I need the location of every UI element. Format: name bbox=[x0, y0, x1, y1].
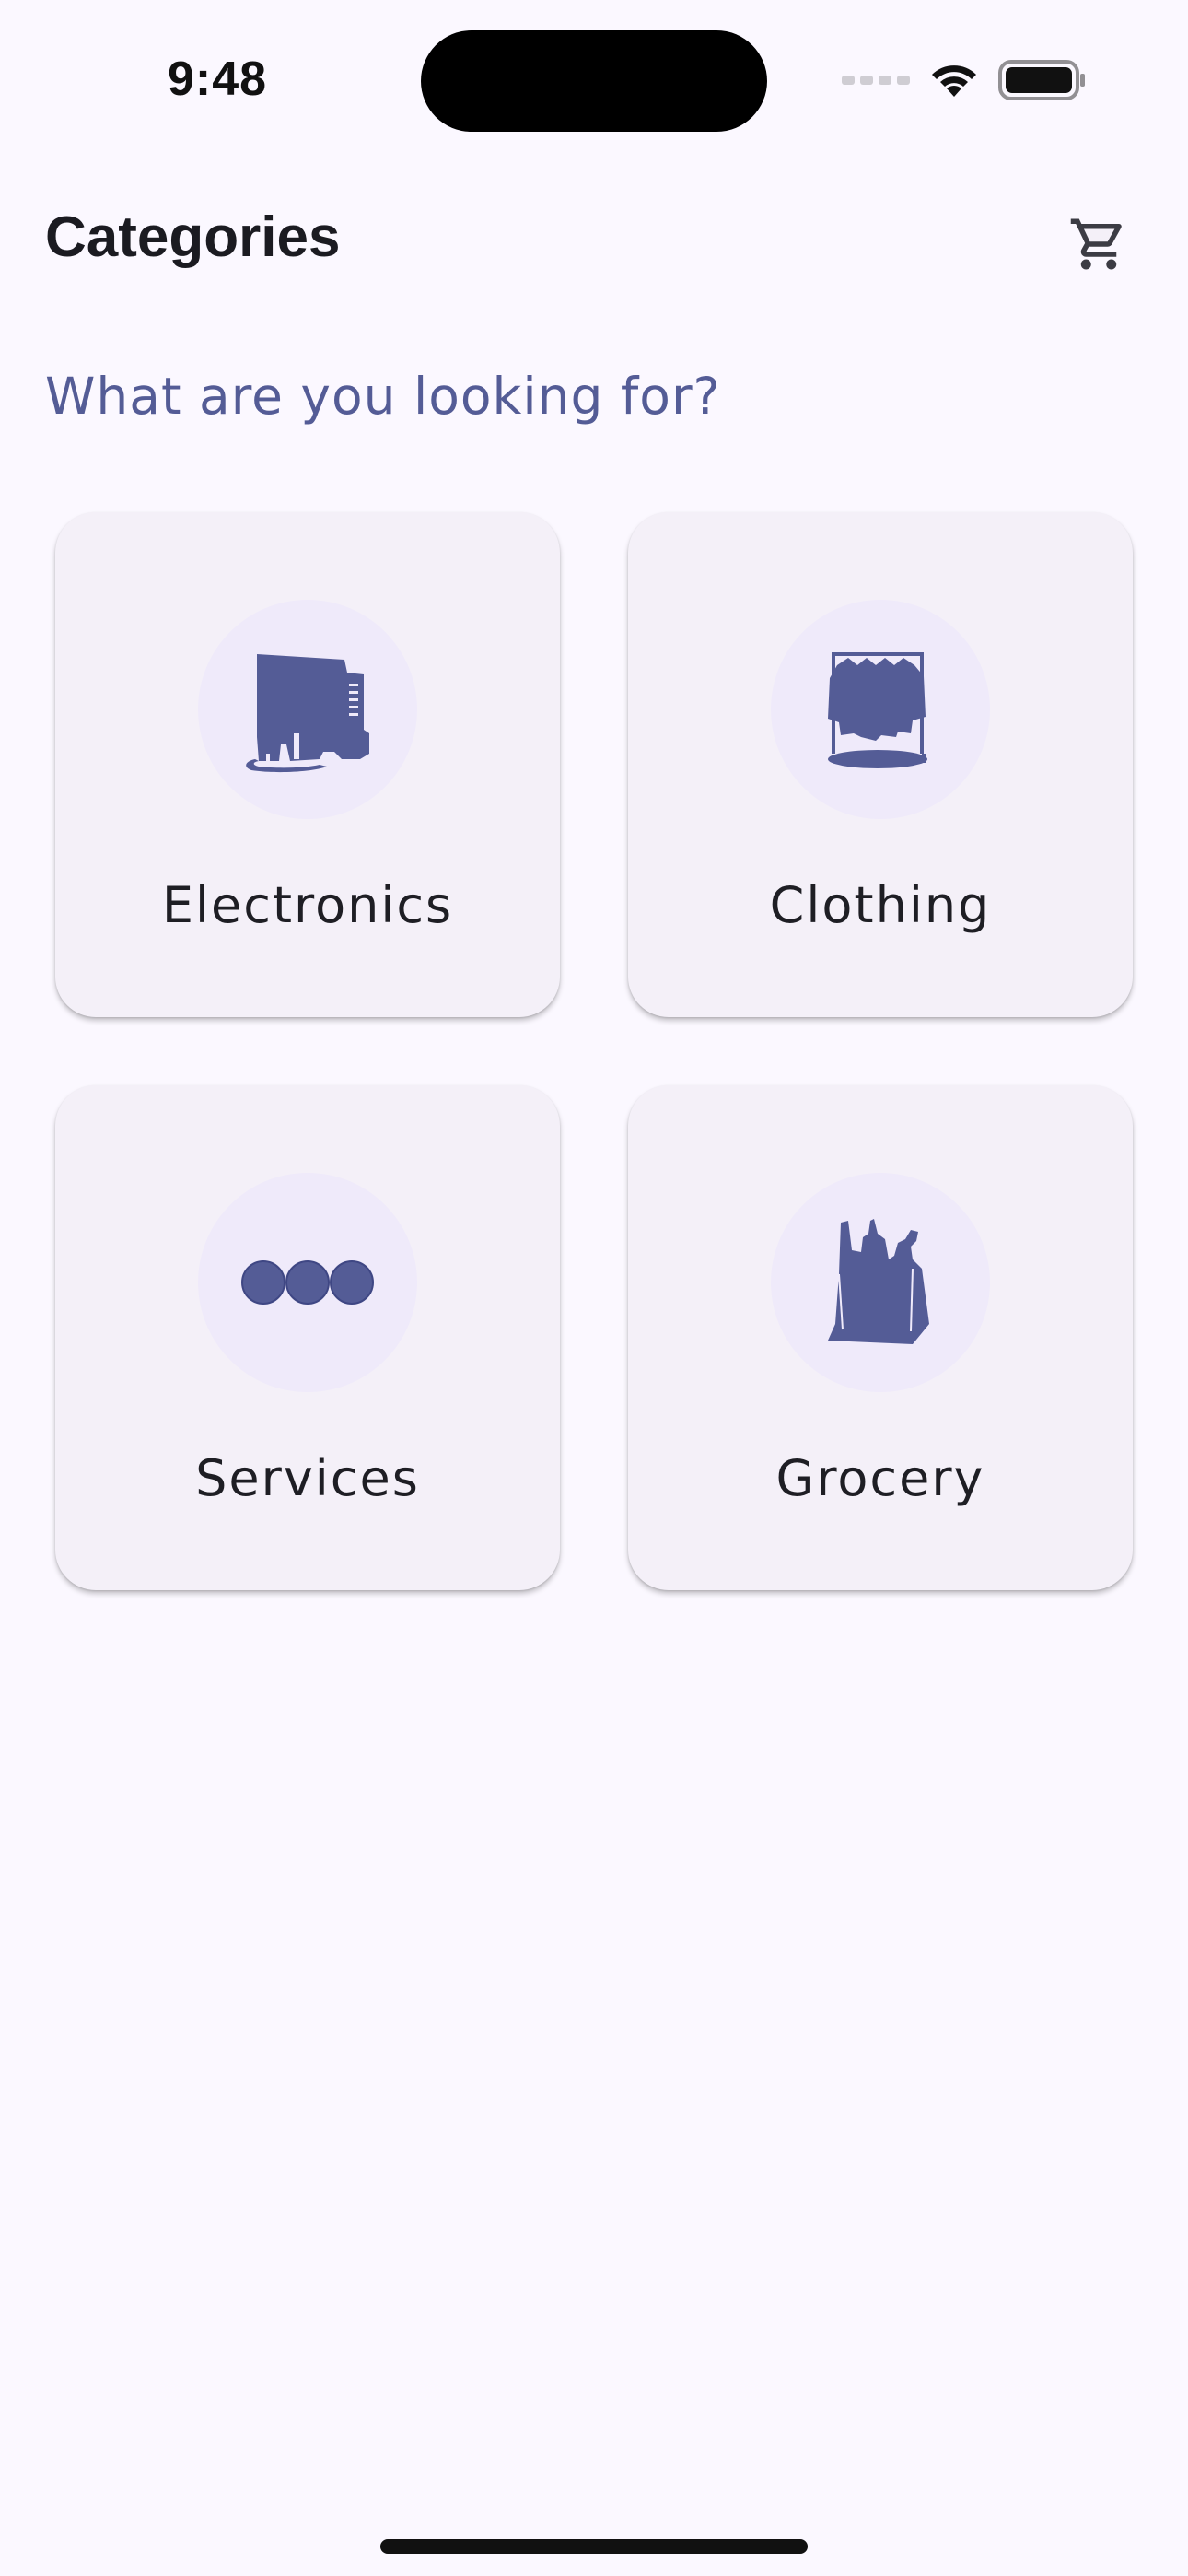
category-card-clothing[interactable]: Clothing bbox=[628, 512, 1133, 1017]
icon-circle bbox=[198, 600, 417, 819]
home-indicator[interactable] bbox=[380, 2539, 808, 2554]
signal-icon bbox=[842, 76, 910, 85]
status-bar: 9:48 bbox=[0, 0, 1188, 138]
cart-button[interactable] bbox=[1057, 203, 1140, 286]
clothing-rack-icon bbox=[828, 652, 927, 768]
grocery-bag-icon bbox=[828, 1219, 929, 1344]
shopping-cart-icon bbox=[1070, 218, 1122, 270]
section-subtitle: What are you looking for? bbox=[45, 367, 721, 426]
category-card-electronics[interactable]: Electronics bbox=[55, 512, 560, 1017]
status-time: 9:48 bbox=[168, 53, 268, 106]
icon-circle bbox=[771, 1173, 990, 1392]
wifi-icon bbox=[932, 65, 976, 97]
electronics-icon bbox=[246, 654, 369, 773]
category-card-grocery[interactable]: Grocery bbox=[628, 1085, 1133, 1590]
status-icons bbox=[842, 57, 1087, 103]
category-label: Clothing bbox=[769, 876, 992, 934]
more-dots-icon bbox=[241, 1260, 374, 1305]
icon-circle bbox=[198, 1173, 417, 1392]
dynamic-island bbox=[421, 30, 767, 132]
category-label: Services bbox=[195, 1449, 420, 1507]
battery-icon bbox=[998, 60, 1085, 100]
page-title: Categories bbox=[45, 205, 341, 269]
app-header: Categories bbox=[0, 184, 1188, 304]
category-card-services[interactable]: Services bbox=[55, 1085, 560, 1590]
category-label: Electronics bbox=[161, 876, 454, 934]
icon-circle bbox=[771, 600, 990, 819]
category-label: Grocery bbox=[775, 1449, 985, 1507]
